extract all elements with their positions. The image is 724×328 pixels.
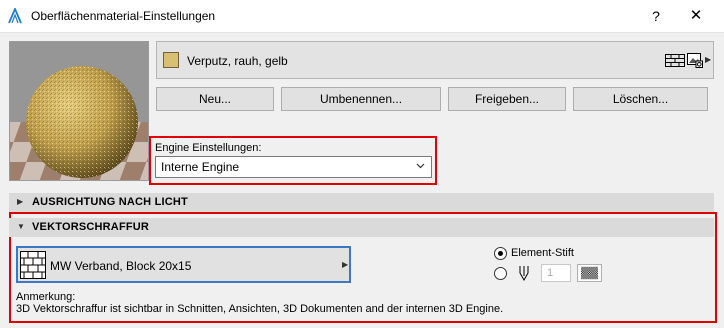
chevron-down-icon: [416, 163, 425, 169]
hatch-name: MW Verband, Block 20x15: [50, 259, 192, 273]
material-name: Verputz, rauh, gelb: [187, 54, 288, 68]
chevron-right-icon: ▶: [705, 55, 712, 64]
preview-sphere-image: [10, 42, 148, 180]
brick-hatch-icon: [20, 251, 46, 279]
element-pen-radio[interactable]: [494, 247, 507, 260]
chevron-right-icon: ▶: [342, 260, 349, 269]
pen-icon: [519, 266, 529, 281]
section-vector-label: VEKTORSCHRAFFUR: [32, 221, 150, 233]
window-title: Oberflächenmaterial-Einstellungen: [31, 9, 216, 23]
expand-caret-icon: ▶: [17, 197, 24, 206]
engine-dropdown[interactable]: Interne Engine: [155, 156, 432, 178]
material-selector[interactable]: Verputz, rauh, gelb ▶: [156, 41, 714, 79]
title-bar: Oberflächenmaterial-Einstellungen ? ✕: [0, 0, 724, 32]
element-pen-label: Element-Stift: [511, 247, 574, 259]
close-button[interactable]: ✕: [682, 5, 710, 27]
help-button[interactable]: ?: [644, 5, 668, 27]
rename-button[interactable]: Umbenennen...: [281, 87, 441, 111]
image-texture-icon[interactable]: [687, 53, 703, 68]
note-label: Anmerkung:: [16, 291, 76, 303]
delete-button[interactable]: Löschen...: [573, 87, 708, 111]
radio-selected-dot: [498, 251, 503, 256]
section-vector-hatching[interactable]: ▼ VEKTORSCHRAFFUR: [9, 218, 714, 237]
hatch-selector[interactable]: MW Verband, Block 20x15 ▶: [16, 246, 351, 283]
archicad-app-icon: [8, 8, 22, 24]
new-button[interactable]: Neu...: [156, 87, 274, 111]
note-text: 3D Vektorschraffur ist sichtbar in Schni…: [16, 303, 504, 315]
pen-pattern-swatch[interactable]: [577, 264, 602, 282]
section-light-label: AUSRICHTUNG NACH LICHT: [32, 196, 188, 208]
brick-texture-icon[interactable]: [665, 54, 685, 67]
material-preview: [9, 41, 149, 181]
share-button[interactable]: Freigeben...: [448, 87, 566, 111]
engine-selected-value: Interne Engine: [161, 160, 240, 174]
section-light-orientation[interactable]: ▶ AUSRICHTUNG NACH LICHT: [9, 193, 714, 212]
collapse-caret-icon: ▼: [17, 222, 25, 231]
engine-label: Engine Einstellungen:: [155, 142, 262, 154]
pen-number-field[interactable]: 1: [541, 264, 571, 282]
custom-pen-radio[interactable]: [494, 267, 507, 280]
material-color-swatch: [163, 52, 179, 68]
